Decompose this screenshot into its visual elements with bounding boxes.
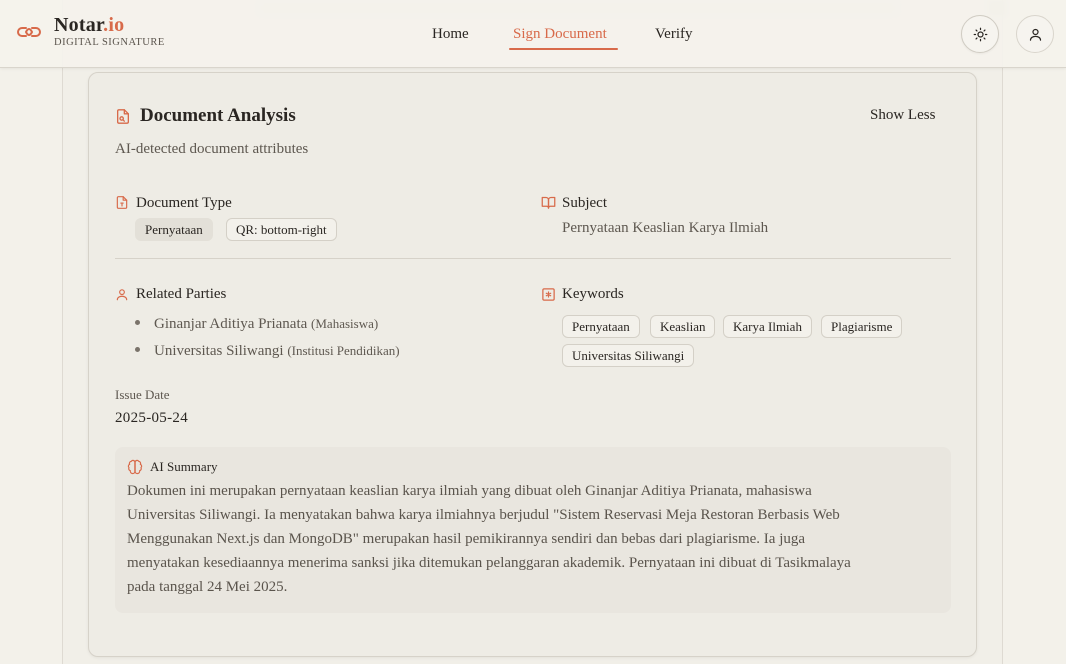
subject-value: Pernyataan Keaslian Karya Ilmiah xyxy=(562,220,769,236)
sun-icon xyxy=(973,27,987,41)
summary-line: menyatakan kesediaannya menerima sanksi … xyxy=(127,555,851,571)
summary-line: Menggunakan Next.js dan MongoDB" merupak… xyxy=(127,531,806,547)
theme-toggle-button[interactable] xyxy=(961,15,999,53)
file-search-icon xyxy=(117,109,129,124)
card-title: Document Analysis xyxy=(140,105,296,126)
user-icon xyxy=(1029,28,1041,41)
issue-date-label: Issue Date xyxy=(115,387,170,402)
keyword-chip: Pernyataan xyxy=(562,315,640,338)
user-menu-button[interactable] xyxy=(1016,15,1054,53)
brain-icon xyxy=(127,459,143,475)
qr-position-chip: QR: bottom-right xyxy=(226,218,337,241)
file-text-icon xyxy=(116,196,128,209)
nav-sign-document[interactable]: Sign Document xyxy=(513,24,607,44)
nav-verify[interactable]: Verify xyxy=(655,24,693,44)
party-role: (Institusi Pendidikan) xyxy=(287,343,400,358)
list-item: Ginanjar Aditiya Prianata (Mahasiswa) xyxy=(135,315,378,333)
keyword-chip: Plagiarisme xyxy=(821,315,903,338)
signature-logo-icon[interactable] xyxy=(16,22,42,44)
bullet-dot xyxy=(135,320,140,326)
brand[interactable]: Notar.io DIGITAL SIGNATURE xyxy=(54,14,165,49)
keyword-chip: Karya Ilmiah xyxy=(723,315,812,338)
keyword-chip: Universitas Siliwangi xyxy=(562,344,695,367)
nav-home[interactable]: Home xyxy=(432,24,469,44)
top-header: Notar.io DIGITAL SIGNATURE Home Sign Doc… xyxy=(0,0,1066,68)
brand-subtitle: DIGITAL SIGNATURE xyxy=(54,37,165,48)
list-item: Universitas Siliwangi (Institusi Pendidi… xyxy=(135,342,400,360)
party-name: Universitas Siliwangi xyxy=(154,343,284,359)
subject-label: Subject xyxy=(562,195,607,211)
user-icon xyxy=(116,289,128,301)
document-type-chip: Pernyataan xyxy=(135,218,213,241)
keywords-label: Keywords xyxy=(562,286,624,302)
keyword-chip: Keaslian xyxy=(650,315,716,338)
party-role: (Mahasiswa) xyxy=(311,316,379,331)
summary-line: Dokumen ini merupakan pernyataan keaslia… xyxy=(127,483,812,499)
related-parties-label: Related Parties xyxy=(136,286,227,302)
ai-summary-title: AI Summary xyxy=(150,459,218,474)
summary-line: Universitas Siliwangi. Ia menyatakan bah… xyxy=(127,507,840,523)
issue-date-value: 2025-05-24 xyxy=(115,410,188,426)
document-analysis-card: Document Analysis Show Less AI-detected … xyxy=(88,72,977,657)
brand-name: Notar.io xyxy=(54,14,125,36)
asterisk-square-icon xyxy=(542,288,555,301)
section-divider xyxy=(115,258,951,259)
nav-active-underline xyxy=(509,48,618,50)
book-open-icon xyxy=(541,196,556,209)
ai-summary-text: Dokumen ini merupakan pernyataan keaslia… xyxy=(127,479,927,599)
party-name: Ginanjar Aditiya Prianata xyxy=(154,316,308,332)
summary-line: pada tanggal 24 Mei 2025. xyxy=(127,579,288,595)
show-less-button[interactable]: Show Less xyxy=(870,106,935,124)
document-type-label: Document Type xyxy=(136,195,232,211)
card-subtitle: AI-detected document attributes xyxy=(115,141,309,157)
bullet-dot xyxy=(135,347,140,353)
